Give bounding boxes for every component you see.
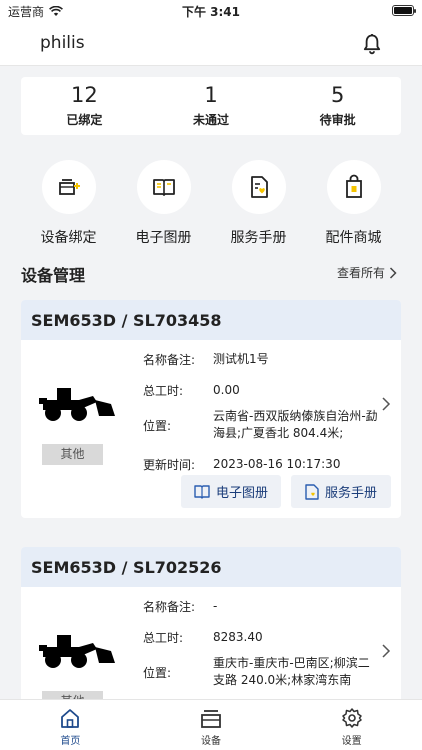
quick-ebook[interactable]: 电子图册 [116, 160, 211, 250]
quick-action-label: 电子图册 [135, 230, 192, 246]
quick-parts-mall[interactable]: 配件商城 [306, 160, 401, 250]
wheel-loader-image [39, 388, 115, 421]
username: philis [40, 33, 85, 53]
field-label: 位置: [143, 666, 172, 680]
button-label: 电子图册 [215, 486, 268, 501]
stat-pending[interactable]: 5 待审批 [274, 77, 401, 135]
field-value: 2023-08-16 10:17:30 [213, 457, 341, 471]
book-icon [194, 484, 210, 499]
service-manual-button[interactable]: 服务手册 [291, 475, 391, 508]
field-total-hours: 总工时: 0.00 [143, 382, 378, 399]
field-name-note: 名称备注: - [143, 598, 378, 615]
tab-home[interactable]: 首页 [0, 700, 141, 750]
view-all-link[interactable]: 查看所有 [337, 264, 397, 281]
stat-value: 1 [204, 83, 218, 107]
device-card[interactable]: SEM653D / SL702526 其他 名称备注: - 总工时: 8283.… [21, 547, 401, 707]
bell-icon[interactable] [360, 32, 384, 56]
tab-bar: 首页 设备 设置 [0, 699, 422, 750]
tab-label: 设备 [201, 736, 221, 747]
stat-label: 待审批 [319, 113, 356, 127]
view-all-label: 查看所有 [336, 266, 385, 280]
quick-action-label: 配件商城 [325, 230, 382, 246]
device-card[interactable]: SEM653D / SL703458 其他 名称备注: 测试机1号 总工时: 0… [21, 300, 401, 518]
device-bind-icon [58, 179, 80, 195]
top-header: philis [0, 22, 422, 66]
chevron-right-icon [389, 266, 397, 279]
field-location: 位置: 重庆市-重庆市-巴南区;柳滨二支路 240.0米;林家湾东南 [143, 655, 378, 689]
gear-icon [341, 708, 362, 728]
field-name-note: 名称备注: 测试机1号 [143, 351, 378, 368]
home-icon [61, 709, 80, 728]
book-icon [152, 179, 175, 196]
field-total-hours: 总工时: 8283.40 [143, 629, 378, 646]
field-value: 重庆市-重庆市-巴南区;柳滨二支路 240.0米;林家湾东南 [213, 656, 370, 687]
device-model: SEM653D / SL702526 [21, 547, 401, 587]
wheel-loader-image [39, 635, 115, 668]
ebook-button[interactable]: 电子图册 [181, 475, 281, 508]
field-label: 总工时: [143, 384, 184, 398]
service-manual-icon [305, 483, 319, 500]
tab-label: 设置 [341, 736, 362, 747]
field-label: 更新时间: [143, 458, 196, 472]
stat-rejected[interactable]: 1 未通过 [148, 77, 275, 135]
stat-label: 已绑定 [66, 113, 103, 127]
stat-value: 5 [330, 83, 345, 107]
service-manual-icon [250, 176, 268, 198]
field-value: 测试机1号 [213, 352, 269, 366]
quick-actions: 设备绑定 电子图册 服务手册 配件商城 [21, 160, 401, 250]
tab-device[interactable]: 设备 [141, 700, 282, 750]
clock: 下午 3:41 [181, 5, 241, 19]
stat-label: 未通过 [193, 113, 230, 127]
field-label: 名称备注: [143, 600, 196, 614]
stat-value: 12 [70, 83, 98, 107]
quick-service-manual[interactable]: 服务手册 [211, 160, 306, 250]
field-label: 名称备注: [143, 353, 196, 367]
field-label: 位置: [143, 419, 172, 433]
chevron-right-icon[interactable] [381, 396, 391, 412]
quick-action-label: 设备绑定 [40, 230, 97, 246]
quick-device-bind[interactable]: 设备绑定 [21, 160, 116, 250]
field-value: - [213, 599, 218, 613]
field-label: 总工时: [143, 631, 184, 645]
tab-label: 首页 [60, 736, 81, 747]
section-title: 设备管理 [21, 266, 86, 285]
chevron-right-icon[interactable] [381, 643, 391, 659]
device-model: SEM653D / SL703458 [21, 300, 401, 340]
field-value: 0.00 [213, 383, 240, 397]
device-category-tag: 其他 [42, 444, 103, 465]
field-value: 云南省-西双版纳傣族自治州-勐海县;广夏香北 804.4米; [213, 409, 378, 440]
field-location: 位置: 云南省-西双版纳傣族自治州-勐海县;广夏香北 804.4米; [143, 408, 378, 442]
shopping-bag-icon [345, 174, 362, 198]
quick-action-label: 服务手册 [230, 230, 287, 246]
stats-panel: 12 已绑定 1 未通过 5 待审批 [21, 77, 401, 135]
status-bar: 运营商 下午 3:41 [0, 0, 422, 22]
battery-icon [392, 5, 416, 16]
stat-bound[interactable]: 12 已绑定 [21, 77, 148, 135]
field-updated: 更新时间: 2023-08-16 10:17:30 [143, 456, 378, 473]
button-label: 服务手册 [324, 486, 377, 501]
tab-settings[interactable]: 设置 [281, 700, 422, 750]
device-icon [201, 710, 221, 728]
field-value: 8283.40 [213, 630, 263, 644]
